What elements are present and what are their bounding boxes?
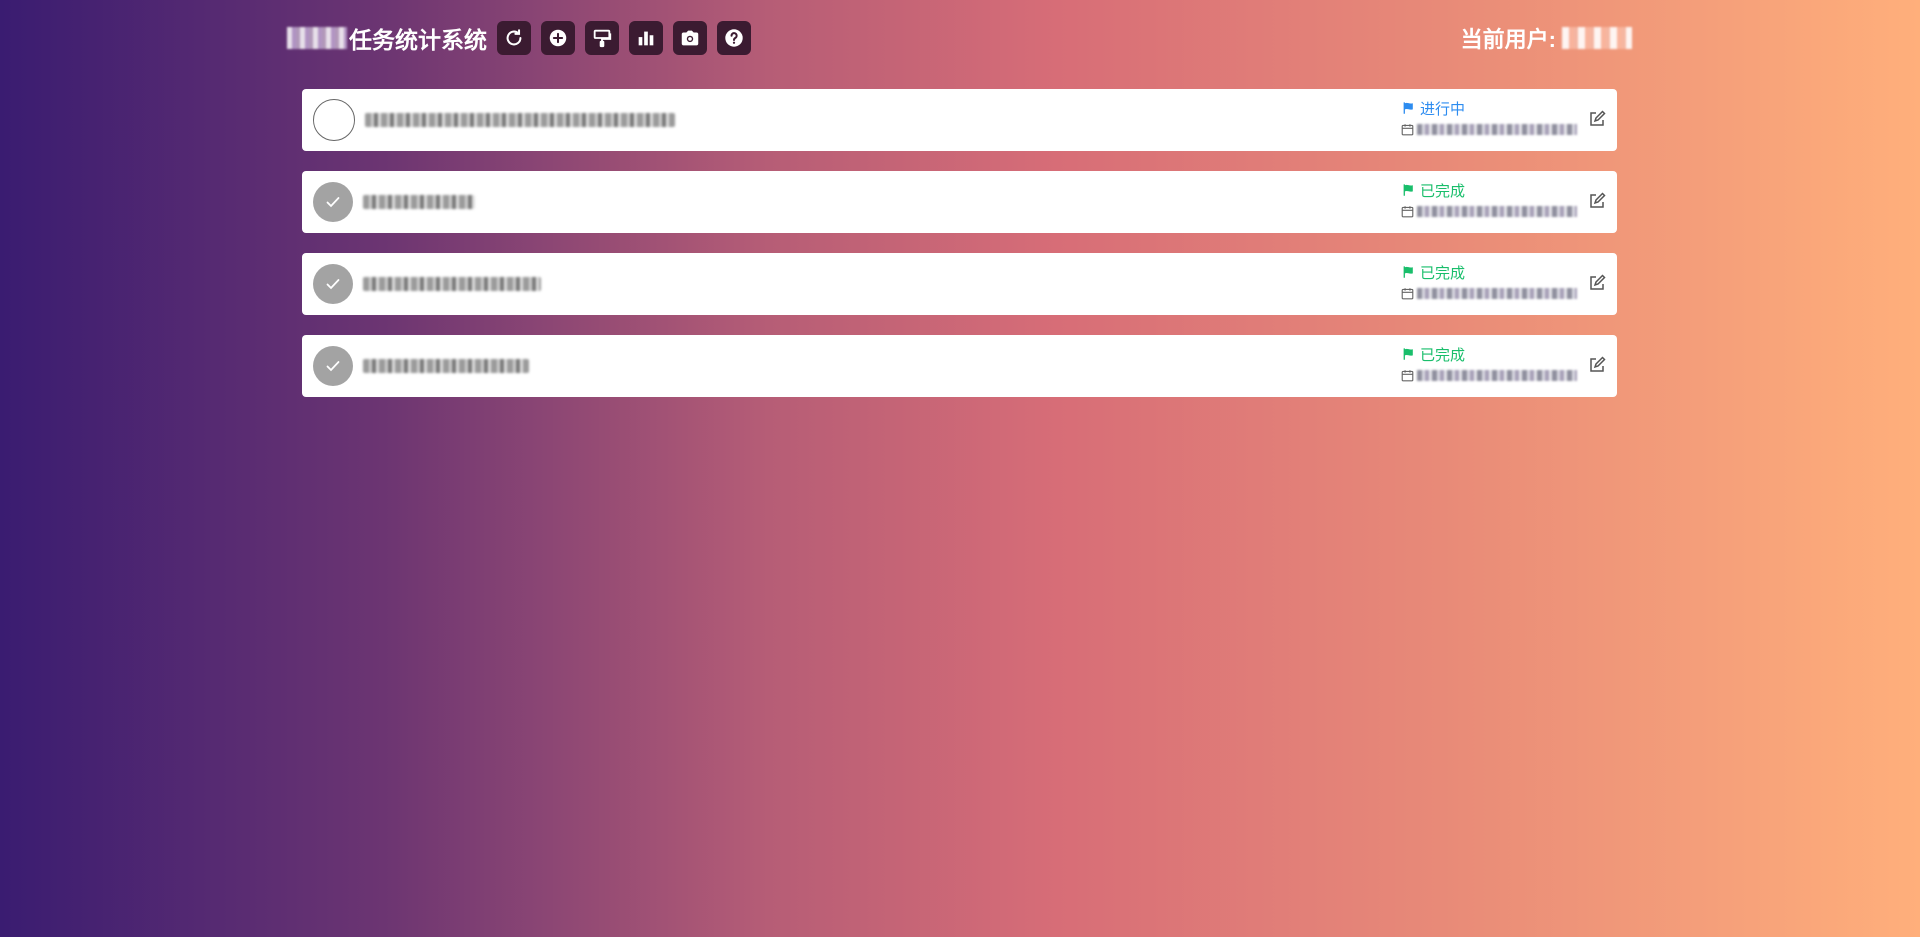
- task-date: [1401, 203, 1581, 219]
- edit-icon: [1590, 356, 1606, 372]
- status-badge: 进行中: [1401, 98, 1581, 118]
- task-meta: 已完成: [1401, 344, 1581, 383]
- redacted-date: [1417, 123, 1577, 135]
- edit-button[interactable]: [1588, 110, 1606, 128]
- edit-icon: [1590, 110, 1606, 126]
- redacted-brand-name: [287, 27, 347, 49]
- task-checkbox[interactable]: [313, 264, 353, 304]
- status-badge: 已完成: [1401, 180, 1581, 200]
- bar-chart-icon: [638, 31, 654, 46]
- task-row: 进行中: [302, 89, 1617, 151]
- check-icon: [326, 279, 340, 290]
- paint-button[interactable]: [585, 21, 619, 55]
- redacted-task-title: [363, 359, 529, 373]
- app-title: 任务统计系统: [287, 21, 487, 55]
- task-row: 已完成: [302, 171, 1617, 233]
- task-meta: 进行中: [1401, 98, 1581, 137]
- task-checkbox[interactable]: [313, 99, 355, 141]
- task-row: 已完成: [302, 253, 1617, 315]
- check-icon: [326, 361, 340, 372]
- paint-roller-icon: [593, 29, 612, 48]
- redacted-date: [1417, 205, 1577, 217]
- edit-button[interactable]: [1588, 192, 1606, 210]
- screenshot-button[interactable]: [673, 21, 707, 55]
- help-button[interactable]: [717, 21, 751, 55]
- statistics-button[interactable]: [629, 21, 663, 55]
- check-icon: [326, 197, 340, 208]
- refresh-icon: [506, 29, 522, 46]
- current-user-label: 当前用户:: [1460, 27, 1556, 52]
- toolbar: [497, 21, 751, 55]
- edit-icon: [1590, 274, 1606, 290]
- task-checkbox[interactable]: [313, 346, 353, 386]
- question-circle-icon: [725, 29, 743, 47]
- task-meta: 已完成: [1401, 180, 1581, 219]
- edit-button[interactable]: [1588, 356, 1606, 374]
- camera-icon: [681, 30, 699, 46]
- redacted-username: [1562, 27, 1632, 49]
- flag-icon: [1403, 348, 1413, 360]
- redacted-task-title: [363, 195, 475, 209]
- status-text: 进行中: [1420, 100, 1466, 118]
- flag-icon: [1403, 102, 1413, 114]
- status-badge: 已完成: [1401, 344, 1581, 364]
- task-list: 进行中 已完成 已完成 已完成: [302, 89, 1617, 417]
- top-bar: 任务统计系统 当前用户:: [287, 20, 1632, 56]
- current-user: 当前用户:: [1461, 22, 1632, 54]
- flag-icon: [1403, 266, 1413, 278]
- flag-icon: [1403, 184, 1413, 196]
- refresh-button[interactable]: [497, 21, 531, 55]
- status-text: 已完成: [1420, 264, 1466, 282]
- task-date: [1401, 285, 1581, 301]
- redacted-task-title: [365, 113, 675, 127]
- redacted-date: [1417, 369, 1577, 381]
- calendar-icon: [1401, 123, 1414, 135]
- edit-icon: [1590, 192, 1606, 208]
- redacted-task-title: [363, 277, 541, 291]
- status-text: 已完成: [1420, 182, 1466, 200]
- task-date: [1401, 121, 1581, 137]
- app-title-text: 任务统计系统: [349, 27, 487, 53]
- add-task-button[interactable]: [541, 21, 575, 55]
- status-badge: 已完成: [1401, 262, 1581, 282]
- task-checkbox[interactable]: [313, 182, 353, 222]
- calendar-icon: [1401, 287, 1414, 299]
- status-text: 已完成: [1420, 346, 1466, 364]
- calendar-icon: [1401, 369, 1414, 381]
- calendar-icon: [1401, 205, 1414, 217]
- redacted-date: [1417, 287, 1577, 299]
- task-date: [1401, 367, 1581, 383]
- edit-button[interactable]: [1588, 274, 1606, 292]
- plus-circle-icon: [549, 29, 567, 47]
- task-row: 已完成: [302, 335, 1617, 397]
- task-meta: 已完成: [1401, 262, 1581, 301]
